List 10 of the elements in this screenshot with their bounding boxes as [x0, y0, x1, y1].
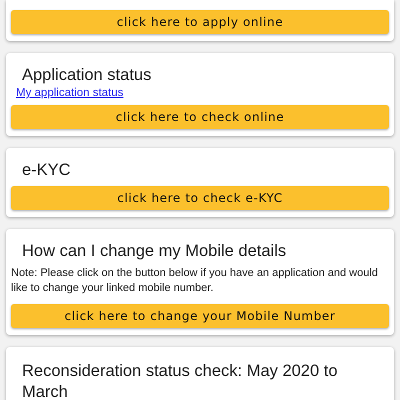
- card-title: Reconsideration status check: May 2020 to March: [21, 361, 339, 400]
- action-button[interactable]: click here to apply online: [11, 10, 389, 34]
- status-link[interactable]: My application status: [11, 87, 128, 99]
- card-title: e-KYC: [21, 160, 72, 181]
- note-text: Note: Please click on the button below if you have an application and would like to change your linked mobile number.: [11, 266, 379, 296]
- action-button[interactable]: click here to check online: [11, 105, 389, 129]
- card-title: How can I change my Mobile details: [21, 241, 288, 262]
- card-title: Application status: [21, 65, 152, 86]
- action-button[interactable]: click here to change your Mobile Number: [11, 304, 389, 328]
- action-button[interactable]: click here to check e-KYC: [11, 186, 389, 210]
